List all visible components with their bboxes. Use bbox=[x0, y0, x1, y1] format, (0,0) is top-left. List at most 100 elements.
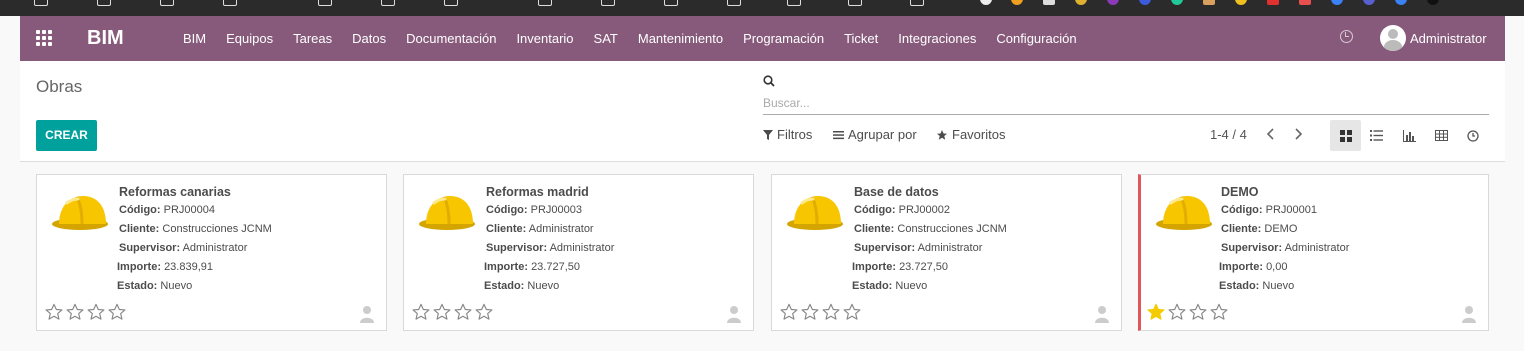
list-icon bbox=[1370, 130, 1383, 141]
assigned-user-icon[interactable] bbox=[1461, 305, 1477, 323]
user-name[interactable]: Administrator bbox=[1410, 31, 1487, 46]
assigned-user-icon[interactable] bbox=[1094, 305, 1110, 323]
menu-item-datos[interactable]: Datos bbox=[352, 31, 386, 46]
menu-item-documentacion[interactable]: Documentación bbox=[406, 31, 496, 46]
priority-star-icon[interactable] bbox=[45, 303, 66, 321]
priority-star-icon[interactable] bbox=[412, 303, 433, 321]
bookmark-icon[interactable] bbox=[1363, 0, 1375, 5]
bookmark-icon[interactable] bbox=[34, 0, 48, 6]
view-list-button[interactable] bbox=[1361, 120, 1392, 151]
priority-star-icon[interactable] bbox=[87, 303, 108, 321]
card-amount: Importe: 0,00 bbox=[1219, 261, 1288, 273]
filters-button[interactable]: Filtros bbox=[763, 127, 812, 142]
priority-star-icon[interactable] bbox=[433, 303, 454, 321]
menu-item-inventario[interactable]: Inventario bbox=[516, 31, 573, 46]
card-title[interactable]: Reformas canarias bbox=[119, 185, 231, 199]
app-brand[interactable]: BIM bbox=[87, 27, 124, 50]
view-pivot-button[interactable] bbox=[1426, 120, 1457, 151]
card-amount: Importe: 23.727,50 bbox=[852, 261, 948, 273]
priority-star-icon[interactable] bbox=[1168, 303, 1189, 321]
bookmark-icon[interactable] bbox=[444, 0, 458, 6]
card-supervisor: Supervisor: Administrator bbox=[1221, 242, 1350, 254]
activity-clock-icon[interactable] bbox=[1340, 30, 1353, 43]
menu-item-mantenimiento[interactable]: Mantenimiento bbox=[638, 31, 723, 46]
kanban-card[interactable]: DEMO Código: PRJ00001 Cliente: DEMO Supe… bbox=[1138, 174, 1489, 331]
menu-item-tareas[interactable]: Tareas bbox=[293, 31, 332, 46]
bookmark-icon[interactable] bbox=[980, 0, 992, 5]
menu-item-sat[interactable]: SAT bbox=[594, 31, 618, 46]
bookmark-icon[interactable] bbox=[1235, 0, 1247, 5]
bookmark-icon[interactable] bbox=[664, 0, 678, 6]
card-title[interactable]: Reformas madrid bbox=[486, 185, 589, 199]
favorites-button[interactable]: Favoritos bbox=[936, 127, 1005, 142]
priority-star-icon[interactable] bbox=[66, 303, 87, 321]
kanban-card[interactable]: Base de datos Código: PRJ00002 Cliente: … bbox=[771, 174, 1122, 331]
card-title[interactable]: Base de datos bbox=[854, 185, 939, 199]
priority-stars bbox=[1147, 303, 1231, 321]
priority-star-icon[interactable] bbox=[108, 303, 129, 321]
menu-item-configuracion[interactable]: Configuración bbox=[996, 31, 1076, 46]
card-title[interactable]: DEMO bbox=[1221, 185, 1259, 199]
bookmark-icon[interactable] bbox=[787, 0, 801, 6]
card-code: Código: PRJ00004 bbox=[119, 204, 215, 216]
priority-star-icon[interactable] bbox=[822, 303, 843, 321]
bookmark-icon[interactable] bbox=[1075, 0, 1087, 5]
priority-star-icon[interactable] bbox=[475, 303, 496, 321]
bookmark-icon[interactable] bbox=[1107, 0, 1119, 5]
bookmark-icon[interactable] bbox=[910, 0, 924, 6]
search-input[interactable] bbox=[763, 91, 1489, 115]
bookmark-icon[interactable] bbox=[601, 0, 615, 6]
bookmark-icon[interactable] bbox=[1203, 0, 1215, 5]
priority-star-icon[interactable] bbox=[780, 303, 801, 321]
menu-item-programacion[interactable]: Programación bbox=[743, 31, 824, 46]
kanban-card[interactable]: Reformas madrid Código: PRJ00003 Cliente… bbox=[403, 174, 754, 331]
pager-value[interactable]: 1-4 / 4 bbox=[1210, 127, 1247, 142]
priority-star-icon[interactable] bbox=[454, 303, 475, 321]
view-graph-button[interactable] bbox=[1394, 120, 1425, 151]
priority-star-icon[interactable] bbox=[1210, 303, 1231, 321]
bookmark-icon[interactable] bbox=[848, 0, 862, 6]
pager-next-icon[interactable] bbox=[1291, 127, 1305, 141]
bookmark-icon[interactable] bbox=[1331, 0, 1343, 5]
bookmark-icon[interactable] bbox=[97, 0, 111, 6]
menu-item-ticket[interactable]: Ticket bbox=[844, 31, 878, 46]
group-by-button[interactable]: Agrupar por bbox=[833, 127, 917, 142]
create-button[interactable]: CREAR bbox=[36, 120, 97, 151]
bookmark-icon[interactable] bbox=[1267, 0, 1279, 5]
menu-item-bim[interactable]: BIM bbox=[183, 31, 206, 46]
priority-star-icon[interactable] bbox=[801, 303, 822, 321]
priority-star-icon[interactable] bbox=[1147, 303, 1168, 321]
hard-hat-icon bbox=[419, 196, 475, 230]
bookmark-icon[interactable] bbox=[1427, 0, 1439, 5]
bookmark-icon[interactable] bbox=[1043, 0, 1055, 5]
filters-label: Filtros bbox=[777, 127, 813, 142]
priority-star-icon[interactable] bbox=[843, 303, 864, 321]
bookmark-icon[interactable] bbox=[727, 0, 741, 6]
bookmark-icon[interactable] bbox=[1395, 0, 1407, 5]
bookmark-icon[interactable] bbox=[381, 0, 395, 6]
priority-stars bbox=[412, 303, 496, 321]
bookmark-icon[interactable] bbox=[223, 0, 237, 6]
assigned-user-icon[interactable] bbox=[726, 305, 742, 323]
bookmark-icon[interactable] bbox=[1299, 0, 1311, 5]
kanban-card[interactable]: Reformas canarias Código: PRJ00004 Clien… bbox=[36, 174, 387, 331]
view-activity-button[interactable] bbox=[1457, 120, 1488, 151]
menu-item-equipos[interactable]: Equipos bbox=[226, 31, 273, 46]
bookmark-icon[interactable] bbox=[318, 0, 332, 6]
priority-star-icon[interactable] bbox=[1189, 303, 1210, 321]
bookmark-icon[interactable] bbox=[1139, 0, 1151, 5]
card-supervisor: Supervisor: Administrator bbox=[119, 242, 248, 254]
pager-previous-icon[interactable] bbox=[1264, 127, 1278, 141]
bookmark-icon[interactable] bbox=[1011, 0, 1023, 5]
menu-item-integraciones[interactable]: Integraciones bbox=[898, 31, 976, 46]
bookmark-icon[interactable] bbox=[1171, 0, 1183, 5]
view-kanban-button[interactable] bbox=[1330, 120, 1361, 151]
browser-bookmarks-bar bbox=[0, 0, 1524, 16]
apps-menu-icon[interactable] bbox=[36, 30, 52, 46]
bookmark-icon[interactable] bbox=[160, 0, 174, 6]
user-avatar[interactable] bbox=[1380, 25, 1406, 51]
assigned-user-icon[interactable] bbox=[359, 305, 375, 323]
top-menu: BIM Equipos Tareas Datos Documentación I… bbox=[183, 31, 1097, 46]
search-icon bbox=[763, 75, 775, 87]
bookmark-icon[interactable] bbox=[538, 0, 552, 6]
